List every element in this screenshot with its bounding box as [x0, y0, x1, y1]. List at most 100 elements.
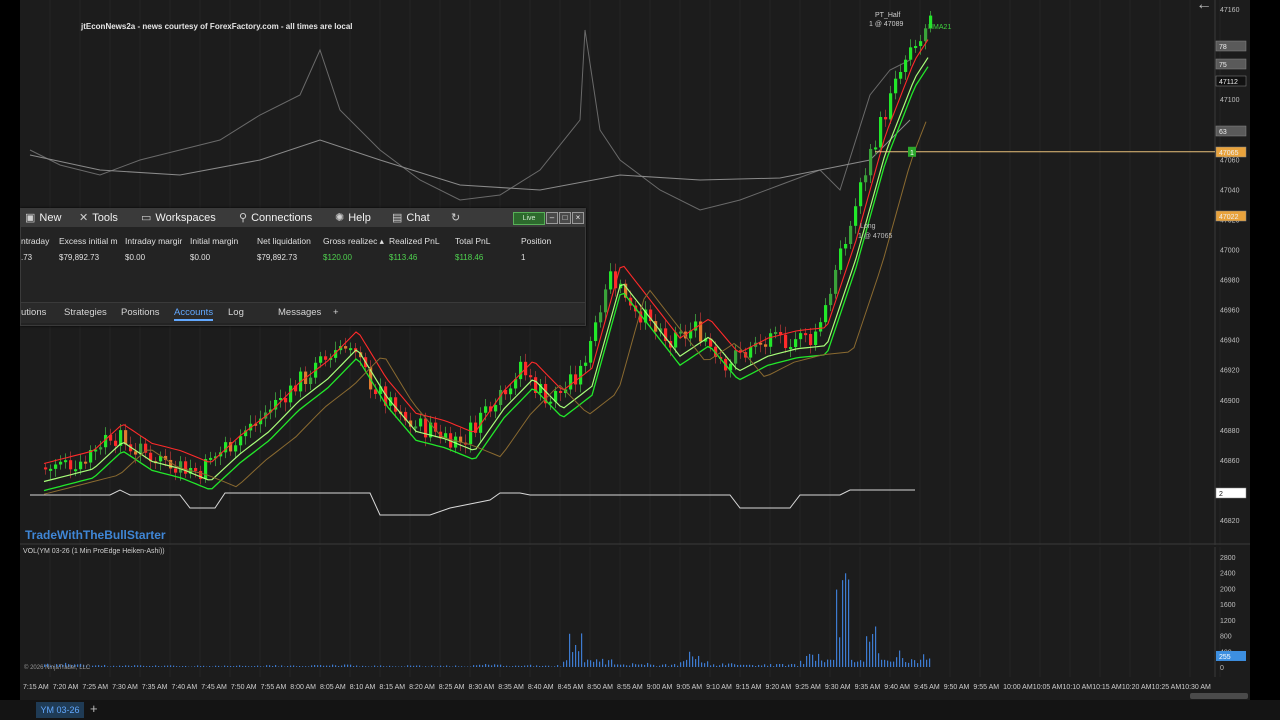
tab-accounts[interactable]: Accounts — [174, 307, 214, 321]
cell-value[interactable]: $113.46 — [389, 253, 417, 262]
column-header[interactable]: Gross realizec ▴ — [323, 236, 384, 247]
control-center-window[interactable]: ▣ New ✕ Tools ▭ Workspaces ⚲ Connections ✺ He… — [20, 208, 586, 326]
candle — [599, 312, 603, 323]
menu-workspaces[interactable]: ▭ Workspaces — [141, 211, 216, 225]
tab-ym-03-26[interactable]: YM 03-26 — [36, 702, 84, 718]
tab-messages[interactable]: Messages — [278, 307, 321, 318]
volume-bar — [143, 665, 145, 667]
volume-bar — [815, 660, 817, 667]
cell-value[interactable]: $79,892.73 — [257, 253, 297, 262]
menu-chat[interactable]: ▤ Chat — [392, 211, 430, 225]
volume-bar — [482, 665, 484, 667]
refresh-icon[interactable]: ↻ — [451, 211, 460, 224]
column-header[interactable]: Position — [521, 236, 551, 246]
workspaces-icon: ▭ — [141, 212, 152, 224]
volume-bar — [842, 580, 844, 667]
cell-value[interactable]: $0.00 — [190, 253, 210, 262]
cell-value[interactable]: 1 — [521, 253, 525, 262]
tab-log[interactable]: Log — [228, 307, 244, 318]
candle — [559, 390, 563, 394]
volume-bar — [824, 662, 826, 667]
volume-bar — [626, 665, 628, 667]
volume-bar — [701, 662, 703, 667]
menu-help[interactable]: ✺ Help — [335, 211, 371, 225]
volume-bar — [134, 665, 136, 667]
volume-bar — [251, 666, 253, 667]
back-arrow-icon[interactable]: ← — [1196, 0, 1212, 14]
menu-connections[interactable]: ⚲ Connections — [239, 211, 312, 225]
volume-bar — [158, 666, 160, 667]
volume-bar — [401, 666, 403, 667]
candle — [829, 293, 833, 306]
volume-bar — [392, 666, 394, 667]
menu-new[interactable]: ▣ New — [25, 211, 61, 225]
volume-bar — [836, 589, 838, 667]
volume-bar — [389, 665, 391, 667]
menu-tools[interactable]: ✕ Tools — [79, 211, 118, 225]
column-header[interactable]: Initial margin — [190, 236, 238, 246]
tab-strategies[interactable]: Strategies — [64, 307, 107, 318]
column-header[interactable]: Net liquidation — [257, 236, 311, 246]
volume-bar — [863, 661, 865, 667]
cell-value[interactable]: $120.00 — [323, 253, 352, 262]
volume-bar — [227, 665, 229, 667]
volume-bar — [347, 664, 349, 667]
tab-utions[interactable]: utions — [21, 307, 46, 318]
volume-bar — [719, 665, 721, 667]
minimize-icon[interactable]: – — [546, 212, 558, 224]
volume-bar — [566, 660, 568, 667]
column-header[interactable]: Total PnL — [455, 236, 490, 246]
volume-bar — [731, 663, 733, 667]
volume-tick: 2000 — [1220, 586, 1236, 593]
volume-bar — [203, 665, 205, 667]
candle — [549, 401, 553, 404]
candle — [279, 398, 283, 401]
price-badge-text: 47022 — [1219, 214, 1239, 221]
volume-panel[interactable]: 280024002000160012008004000255 — [20, 547, 1250, 677]
volume-bar — [554, 666, 556, 667]
volume-bar — [572, 652, 574, 667]
volume-bar — [149, 665, 151, 667]
volume-bar — [374, 665, 376, 667]
chart-area[interactable]: 4716047100470804706047040470204700046980… — [20, 0, 1250, 720]
volume-bar — [239, 665, 241, 667]
cell-value[interactable]: $79,892.73 — [59, 253, 99, 262]
volume-bar — [734, 664, 736, 667]
column-header[interactable]: Excess initial m — [59, 236, 118, 246]
time-tick: 10:05 AM — [1033, 684, 1063, 691]
volume-bar — [623, 664, 625, 667]
column-header[interactable]: Realized PnL — [389, 236, 440, 246]
column-header[interactable]: ntraday — [21, 236, 49, 246]
maximize-icon[interactable]: □ — [559, 212, 571, 224]
volume-tick: 2800 — [1220, 555, 1236, 562]
tab-positions[interactable]: Positions — [121, 307, 160, 318]
control-center-menubar: ▣ New ✕ Tools ▭ Workspaces ⚲ Connections ✺ He… — [21, 209, 585, 227]
volume-bar — [215, 665, 217, 667]
volume-bar — [119, 665, 121, 667]
candle — [324, 356, 328, 360]
volume-bar — [911, 659, 913, 667]
add-tab-button[interactable]: + — [90, 701, 98, 716]
candle — [594, 322, 598, 342]
horizontal-scrollbar[interactable] — [1190, 693, 1248, 699]
volume-bar — [887, 660, 889, 667]
volume-bar — [98, 665, 100, 667]
cell-value[interactable]: $0.00 — [125, 253, 145, 262]
volume-bar — [737, 665, 739, 667]
cell-value[interactable]: .73 — [21, 253, 32, 262]
volume-bar — [881, 659, 883, 667]
watermark: TradeWithTheBullStarter — [25, 528, 166, 542]
time-tick: 9:30 AM — [825, 684, 851, 691]
volume-bar — [926, 659, 928, 667]
volume-bar — [329, 665, 331, 667]
time-tick: 8:55 AM — [617, 684, 643, 691]
close-icon[interactable]: × — [572, 212, 584, 224]
volume-bar — [494, 664, 496, 667]
cell-value[interactable]: $118.46 — [455, 253, 483, 262]
time-tick: 8:35 AM — [498, 684, 524, 691]
column-header[interactable]: Intraday margir — [125, 236, 182, 246]
candle — [814, 331, 818, 346]
candle — [494, 404, 498, 412]
tab-[interactable]: + — [333, 307, 339, 318]
candle — [79, 461, 83, 470]
